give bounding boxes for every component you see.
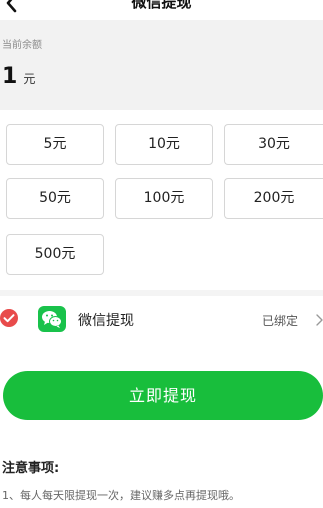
notes-item: 1、每人每天限提现一次，建议赚多点再提现哦。 <box>2 489 240 502</box>
balance-value: 1 <box>2 64 18 89</box>
balance-unit: 元 <box>23 72 36 86</box>
amount-option-5[interactable]: 5元 <box>6 124 104 165</box>
withdraw-now-button[interactable]: 立即提现 <box>3 371 323 420</box>
amount-option-100[interactable]: 100元 <box>115 178 213 219</box>
amount-option-200[interactable]: 200元 <box>224 178 323 219</box>
payment-method-label: 微信提现 <box>78 313 134 329</box>
amount-option-30[interactable]: 30元 <box>224 124 323 165</box>
amount-option-500[interactable]: 500元 <box>6 234 104 275</box>
binding-status: 已绑定 <box>262 314 299 328</box>
payment-method-row[interactable]: 微信提现 已绑定 <box>0 296 323 344</box>
wechat-icon <box>38 306 66 332</box>
amount-grid: 5元 10元 30元 50元 100元 200元 500元 <box>0 110 323 290</box>
checkmark-circle-icon[interactable] <box>0 309 18 327</box>
balance-panel: 当前余额 1 元 <box>0 20 323 110</box>
notes-title: 注意事项: <box>2 461 60 476</box>
page-title: 微信提现 <box>131 0 192 11</box>
balance-label: 当前余额 <box>2 40 42 51</box>
balance-amount: 1 元 <box>2 64 35 89</box>
header-bar: 微信提现 <box>0 0 323 20</box>
amount-option-50[interactable]: 50元 <box>6 178 104 219</box>
chevron-right-icon[interactable] <box>316 312 323 326</box>
amount-option-10[interactable]: 10元 <box>115 124 213 165</box>
